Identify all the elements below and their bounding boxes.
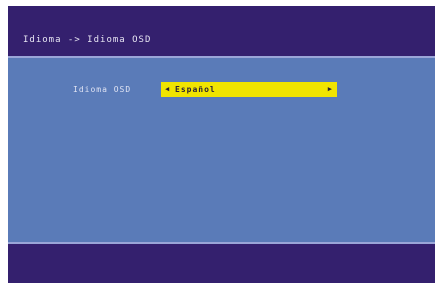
breadcrumb: Idioma -> Idioma OSD (23, 35, 152, 45)
osd-screen: Idioma -> Idioma OSD Idioma OSD ◀ Españo… (8, 6, 435, 283)
osd-language-selector[interactable]: ◀ Español ▶ (161, 82, 337, 97)
arrow-left-icon[interactable]: ◀ (165, 85, 169, 94)
header-bar: Idioma -> Idioma OSD (8, 6, 435, 56)
osd-language-value: Español (175, 85, 216, 94)
settings-panel: Idioma OSD ◀ Español ▶ (8, 58, 435, 242)
osd-language-label: Idioma OSD (73, 85, 132, 94)
footer-bar (8, 244, 435, 283)
arrow-right-icon[interactable]: ▶ (328, 85, 332, 94)
